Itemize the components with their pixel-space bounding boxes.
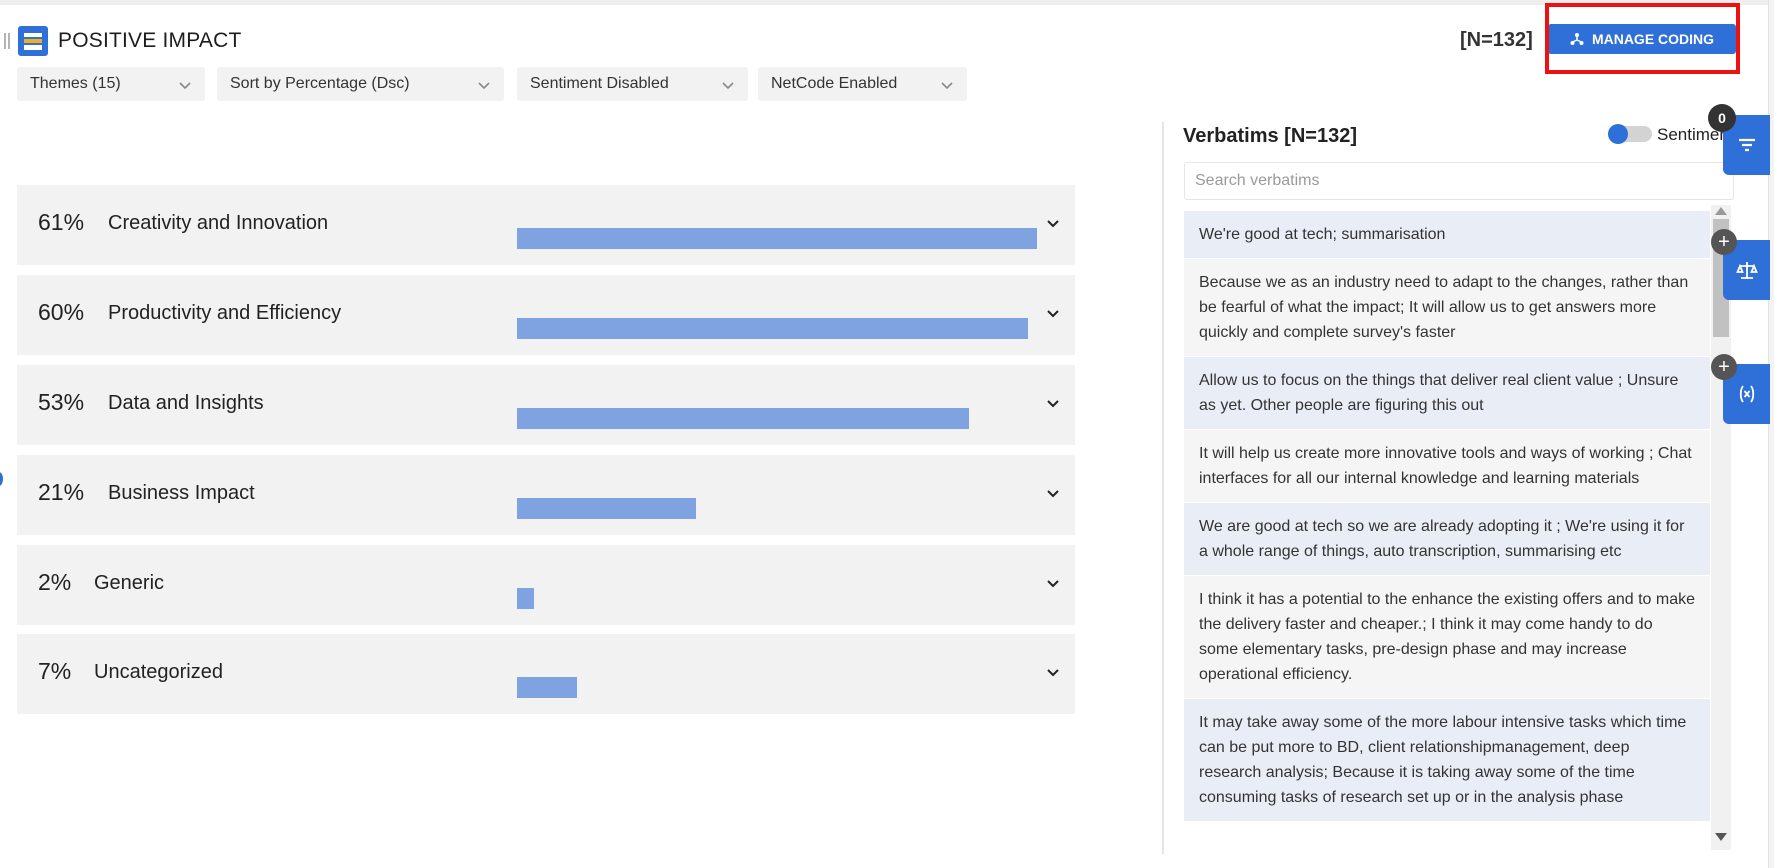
chevron-down-icon[interactable] [1045,305,1061,321]
collapse-handle[interactable] [0,472,3,486]
verbatims-list: We're good at tech; summarisation Becaus… [1184,211,1710,850]
verbatim-item[interactable]: We are good at tech so we are already ad… [1184,503,1710,575]
verbatim-item[interactable]: It will help us create more innovative t… [1184,430,1710,502]
filter-icon [1738,138,1755,152]
sentiment-dropdown[interactable]: Sentiment Disabled [517,67,748,101]
verbatims-scrollbar[interactable] [1711,205,1731,850]
add-variable-button[interactable]: + [1711,354,1737,380]
manage-coding-label: MANAGE CODING [1591,31,1715,47]
page-title: POSITIVE IMPACT [58,29,242,52]
theme-label: Generic [94,572,165,594]
chevron-down-icon[interactable] [1045,485,1061,501]
sentiment-toggle[interactable] [1608,124,1652,144]
chevron-down-icon [722,82,734,90]
function-variable-icon [1739,385,1754,403]
chevron-down-icon[interactable] [1045,575,1061,591]
hierarchy-icon [1570,33,1584,45]
panel-divider [1162,122,1164,854]
themes-dropdown[interactable]: Themes (15) [17,67,205,101]
theme-row[interactable]: 61% Creativity and Innovation [17,185,1075,265]
theme-percentage: 60% [38,299,85,325]
theme-label: Productivity and Efficiency [108,302,342,324]
sort-dropdown-label: Sort by Percentage (Dsc) [230,75,410,92]
theme-label: Business Impact [108,482,255,504]
chevron-down-icon [478,82,490,90]
add-balance-button[interactable]: + [1711,229,1737,255]
verbatim-item[interactable]: Allow us to focus on the things that del… [1184,357,1710,429]
theme-percentage: 7% [38,658,72,684]
netcode-dropdown[interactable]: NetCode Enabled [758,67,967,101]
verbatim-item[interactable]: We're good at tech; summarisation [1184,211,1710,258]
filter-count-badge: 0 [1708,104,1736,132]
theme-percentage: 53% [38,389,85,415]
theme-bar [517,588,535,609]
theme-label: Creativity and Innovation [108,212,329,234]
balance-scale-icon [1735,262,1758,279]
scroll-up-arrow[interactable] [1715,207,1727,215]
theme-bar [517,318,1029,339]
theme-row[interactable]: 2% Generic [17,545,1075,625]
chevron-down-icon[interactable] [1045,395,1061,411]
theme-row[interactable]: 60% Productivity and Efficiency [17,275,1075,355]
sort-dropdown[interactable]: Sort by Percentage (Dsc) [217,67,504,101]
themes-dropdown-label: Themes (15) [30,75,121,92]
widget-chart-icon [18,26,48,56]
chevron-down-icon [941,82,953,90]
netcode-dropdown-label: NetCode Enabled [771,75,898,92]
manage-coding-button[interactable]: MANAGE CODING [1548,24,1736,54]
verbatim-item[interactable]: Because we as an industry need to adapt … [1184,259,1710,356]
theme-label: Uncategorized [94,661,223,683]
theme-percentage: 21% [38,479,85,505]
theme-bar [517,408,969,429]
theme-bar [517,498,697,519]
theme-bar [517,228,1037,249]
search-verbatims-input[interactable] [1184,162,1734,200]
window-top-border [0,0,1774,5]
theme-row[interactable]: 53% Data and Insights [17,365,1075,445]
theme-percentage: 2% [38,569,72,595]
verbatim-item[interactable]: It may take away some of the more labour… [1184,699,1710,821]
drag-handle[interactable] [4,33,11,49]
theme-row[interactable]: 21% Business Impact [17,455,1075,535]
total-count: [N=132] [1460,29,1533,51]
verbatim-item[interactable]: I think it has a potential to the enhanc… [1184,576,1710,698]
chevron-down-icon[interactable] [1045,664,1061,680]
verbatims-title: Verbatims [N=132] [1183,125,1357,147]
chevron-down-icon [179,82,191,90]
chevron-down-icon[interactable] [1045,215,1061,231]
theme-percentage: 61% [38,209,85,235]
theme-row[interactable]: 7% Uncategorized [17,634,1075,714]
theme-label: Data and Insights [108,392,264,414]
theme-bar [517,677,577,698]
sentiment-dropdown-label: Sentiment Disabled [530,75,669,92]
scroll-down-arrow[interactable] [1715,833,1727,841]
toggle-knob [1608,124,1628,144]
